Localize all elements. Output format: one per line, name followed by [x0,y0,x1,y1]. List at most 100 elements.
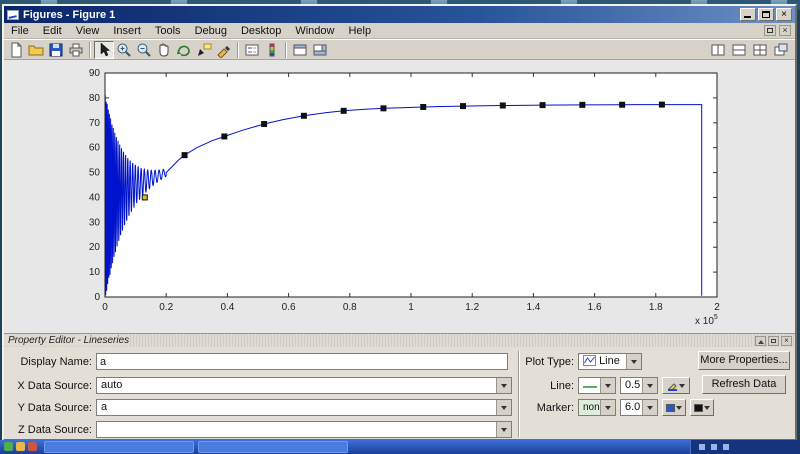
marker-face-color-button[interactable] [662,399,686,416]
marker-size-combo[interactable]: 6.0 [620,399,658,416]
pan-icon[interactable] [154,41,174,59]
close-menubar-icon[interactable]: × [779,25,791,36]
svg-text:0.8: 0.8 [343,302,357,313]
chevron-down-icon[interactable] [642,400,657,415]
chevron-down-icon[interactable] [642,378,657,393]
line-color-button[interactable] [662,377,690,394]
svg-text:2: 2 [714,302,720,313]
svg-text:80: 80 [89,93,101,104]
svg-text:40: 40 [89,192,101,203]
insert-colorbar-icon[interactable] [262,41,282,59]
zoom-in-icon[interactable] [114,41,134,59]
hide-plot-tools-icon[interactable] [290,41,310,59]
menu-window[interactable]: Window [288,24,341,38]
x-data-source-combo[interactable]: auto [96,377,512,394]
refresh-data-button[interactable]: Refresh Data [702,375,786,394]
print-figure-icon[interactable] [66,41,86,59]
svg-text:1: 1 [408,302,414,313]
plot-marker [499,102,506,109]
close-panel-icon[interactable]: × [781,335,792,346]
figure-toolbar [4,39,795,60]
plot-type-value: Line [599,355,620,367]
expand-panel-icon[interactable] [755,335,766,346]
quick-launch-icon[interactable] [16,442,25,451]
marker-edge-color-button[interactable] [690,399,714,416]
new-figure-icon[interactable] [6,41,26,59]
figures-window: Figures - Figure 1 × File Edit View Inse… [2,4,797,441]
chevron-down-icon[interactable] [600,378,615,393]
x-data-source-label: X Data Source: [17,380,92,392]
marker-style-combo[interactable]: none [578,399,616,416]
chevron-down-icon[interactable] [626,354,641,369]
brush-icon[interactable] [214,41,234,59]
y-data-source-combo[interactable]: a [96,399,512,416]
plot-marker [380,105,387,112]
svg-text:60: 60 [89,143,101,154]
svg-text:70: 70 [89,118,101,129]
menu-help[interactable]: Help [341,24,378,38]
line-label: Line: [550,380,574,392]
edit-plot-icon[interactable] [94,40,114,59]
svg-text:0.2: 0.2 [159,302,173,313]
quick-launch-icon[interactable] [28,442,37,451]
undock-panel-icon[interactable] [768,335,779,346]
property-editor-header[interactable]: Property Editor - Lineseries × [4,334,795,347]
open-file-icon[interactable] [26,41,46,59]
svg-text:30: 30 [89,217,101,228]
z-data-source-combo[interactable] [96,421,512,438]
close-button[interactable]: × [776,8,792,21]
menu-edit[interactable]: Edit [36,24,69,38]
chevron-down-icon[interactable] [496,400,511,415]
display-name-label: Display Name: [20,356,92,368]
menu-desktop[interactable]: Desktop [234,24,288,38]
system-tray[interactable] [690,440,800,454]
menu-tools[interactable]: Tools [148,24,188,38]
quick-launch-icon[interactable] [4,442,13,451]
line-width-combo[interactable]: 0.5 [620,377,658,394]
zoom-out-icon[interactable] [134,41,154,59]
maximize-button[interactable] [758,8,774,21]
undock-menubar-icon[interactable] [764,25,776,36]
plot-marker [261,121,268,128]
svg-text:0.4: 0.4 [220,302,234,313]
title-bar[interactable]: Figures - Figure 1 × [4,6,795,23]
menu-debug[interactable]: Debug [188,24,234,38]
data-cursor-icon[interactable] [194,41,214,59]
save-figure-icon[interactable] [46,41,66,59]
plot-type-label: Plot Type: [525,356,574,368]
svg-text:10: 10 [89,267,101,278]
taskbar-item[interactable] [44,441,194,453]
insert-legend-icon[interactable] [242,41,262,59]
svg-text:1.6: 1.6 [588,302,602,313]
chevron-down-icon[interactable] [496,378,511,393]
taskbar[interactable] [0,440,800,454]
marker-label: Marker: [536,402,574,414]
minimize-button[interactable] [740,8,756,21]
figure-canvas-area: 0 0.2 0.4 0.6 0.8 1 1.2 1.4 1.6 1.8 2 0 10 20 30 40 50 60… [4,60,795,333]
chevron-down-icon[interactable] [600,400,615,415]
marker-edge-color-icon [694,403,703,412]
menu-file[interactable]: File [4,24,36,38]
tile-grid-icon[interactable] [750,41,770,59]
line-style-combo[interactable] [578,377,616,394]
plot-marker [619,101,626,108]
svg-text:20: 20 [89,242,101,253]
show-plot-tools-icon[interactable] [310,41,330,59]
svg-text:0: 0 [94,292,100,303]
plot-marker [300,112,307,119]
display-name-input[interactable] [96,353,508,370]
menu-insert[interactable]: Insert [106,24,148,38]
tile-columns-icon[interactable] [708,41,728,59]
property-editor-title: Property Editor - Lineseries [4,335,130,346]
tile-rows-icon[interactable] [729,41,749,59]
more-properties-button[interactable]: More Properties... [698,351,790,370]
chevron-down-icon[interactable] [496,422,511,437]
menu-view[interactable]: View [69,24,107,38]
plot-type-combo[interactable]: Line [578,353,642,370]
taskbar-item[interactable] [198,441,348,453]
rotate-3d-icon[interactable] [174,41,194,59]
dock-figure-icon[interactable] [771,41,791,59]
plot-marker [539,102,546,109]
plot-marker [579,101,586,108]
plot-axes[interactable]: 0 0.2 0.4 0.6 0.8 1 1.2 1.4 1.6 1.8 20102030405060… [4,60,795,333]
